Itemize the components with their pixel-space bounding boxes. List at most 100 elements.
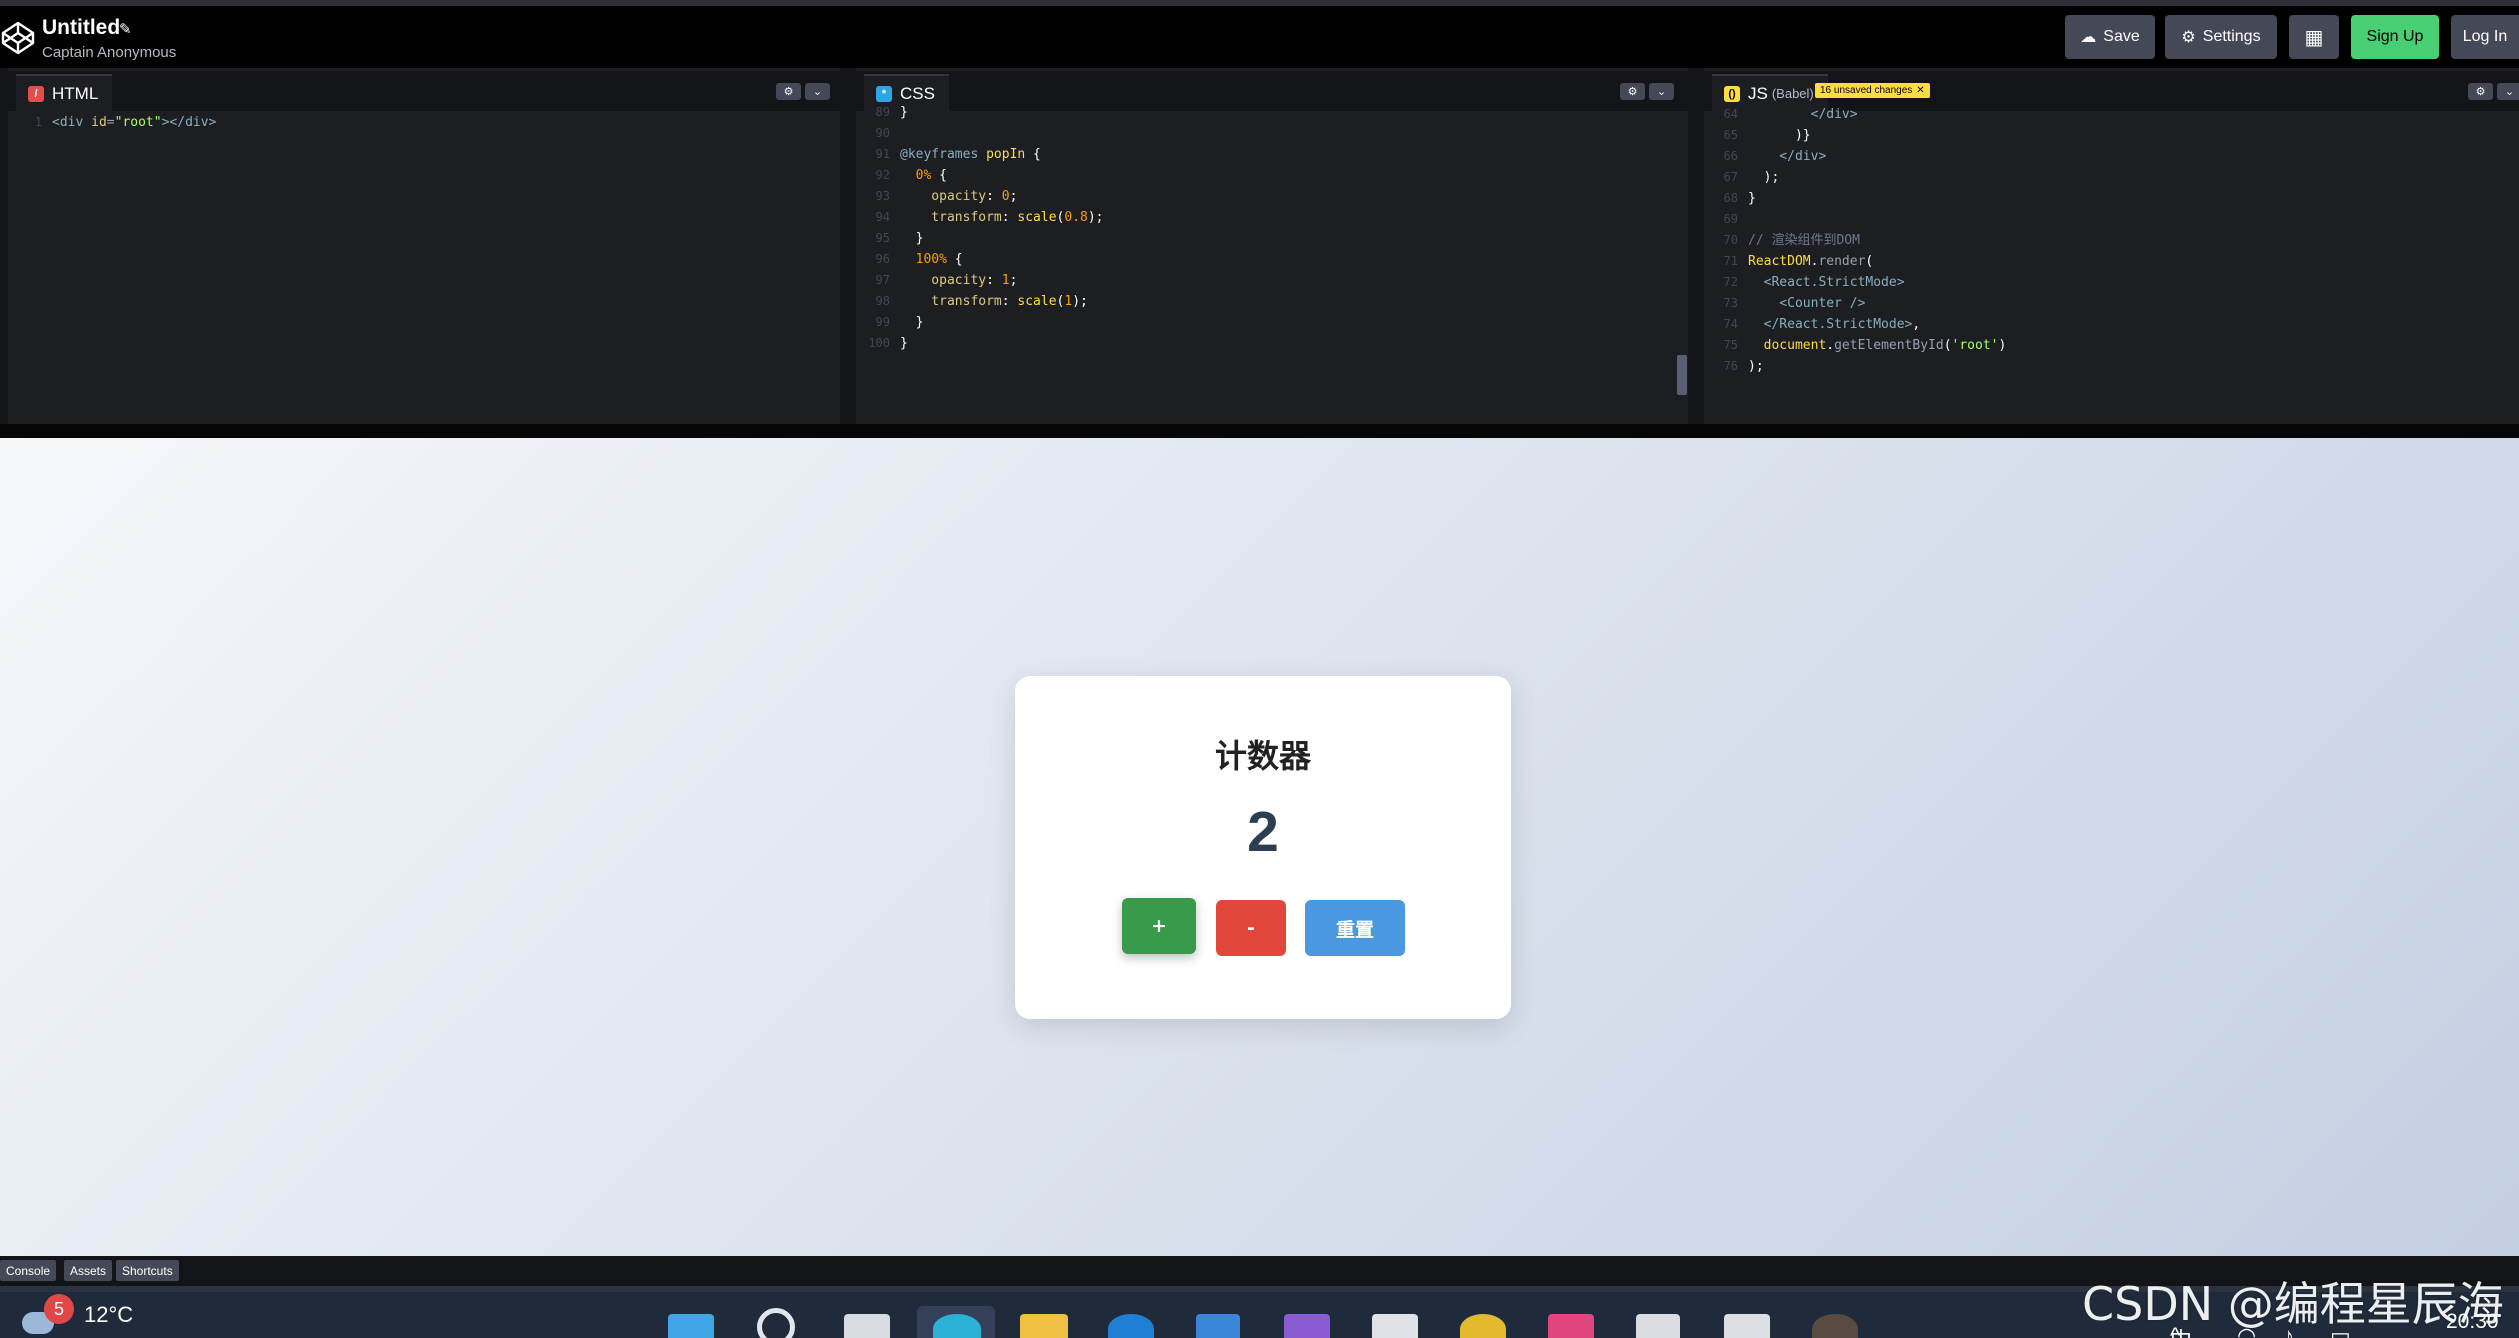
unsaved-changes-label: 16 unsaved changes	[1820, 85, 1913, 96]
line-number: 100	[868, 336, 890, 350]
layout-button[interactable]: ▦	[2289, 15, 2339, 59]
search-icon[interactable]	[757, 1308, 795, 1338]
save-button[interactable]: ☁ Save	[2065, 15, 2155, 59]
code-token: :	[1001, 210, 1018, 225]
code-token: // 渲染组件到DOM	[1748, 233, 1860, 248]
js-code-editor[interactable]: 64 </div> 65 )} 66 </div> 67 ); 68} 69 70 // 渲染…	[1704, 107, 2519, 424]
editor-resize-handle[interactable]	[0, 424, 2519, 438]
js-braces-icon: ()	[1724, 85, 1740, 102]
app-icon-2[interactable]	[1460, 1314, 1506, 1338]
code-token: {	[1025, 147, 1041, 162]
sign-up-button[interactable]: Sign Up	[2351, 15, 2439, 59]
code-token: }	[900, 105, 908, 120]
code-token: 1	[1001, 273, 1010, 288]
line-number: 1	[34, 115, 42, 129]
app-icon-3[interactable]	[1812, 1314, 1858, 1338]
code-token: ;	[1009, 189, 1018, 204]
code-token: transform	[900, 294, 1002, 309]
edge-browser-icon[interactable]	[933, 1314, 981, 1338]
line-number: 91	[875, 147, 890, 161]
code-token: 'root'	[1951, 338, 1999, 353]
close-icon[interactable]: ✕	[1916, 85, 1924, 96]
console-button[interactable]: Console	[0, 1260, 57, 1281]
tab-html-label: HTML	[52, 83, 99, 103]
code-token: opacity	[900, 273, 987, 288]
code-token: =	[106, 115, 115, 130]
dev-app-icon[interactable]	[1724, 1314, 1770, 1338]
line-code: }	[900, 312, 924, 333]
js-collapse-chevron-icon[interactable]: ⌄	[2497, 83, 2519, 100]
code-token: getElementById	[1834, 338, 1944, 353]
line-number: 94	[875, 210, 890, 224]
code-token: }	[1748, 191, 1756, 206]
css-settings-icon[interactable]: ⚙	[1620, 83, 1645, 100]
document-icon[interactable]	[1636, 1314, 1680, 1338]
line-number: 92	[875, 168, 890, 182]
line-code: ReactDOM.render(	[1748, 251, 1873, 272]
decrement-button[interactable]: -	[1216, 900, 1286, 956]
css-collapse-chevron-icon[interactable]: ⌄	[1649, 83, 1674, 100]
code-token: 100%	[900, 252, 947, 267]
task-view-icon[interactable]	[844, 1314, 890, 1338]
codepen-header: Untitled ✎ Captain Anonymous ☁ Save ⚙ Se…	[0, 6, 2519, 68]
html-collapse-chevron-icon[interactable]: ⌄	[805, 83, 830, 100]
code-token: (	[1943, 338, 1952, 353]
tab-html[interactable]: / HTML	[16, 74, 113, 111]
code-token: scale	[1017, 210, 1057, 225]
code-token: @keyframes	[900, 147, 987, 162]
weather-temperature[interactable]: 12°C	[84, 1302, 133, 1328]
line-number: 95	[875, 231, 890, 245]
visual-studio-icon[interactable]	[1284, 1314, 1330, 1338]
code-token: 0	[1001, 189, 1010, 204]
code-token: scale	[1017, 294, 1057, 309]
line-number: 74	[1723, 317, 1738, 331]
line-number: 76	[1723, 359, 1738, 373]
shortcuts-button[interactable]: Shortcuts	[116, 1260, 179, 1281]
code-token: 0%	[900, 168, 932, 183]
code-token: document	[1748, 338, 1827, 353]
code-token: </div>	[1748, 149, 1827, 164]
jetbrains-icon[interactable]	[1548, 1314, 1594, 1338]
tab-js-label: JS	[1748, 83, 1768, 103]
line-code: </div>	[1748, 146, 1826, 167]
code-token: :	[986, 273, 1002, 288]
code-token: }	[900, 336, 908, 351]
reset-button[interactable]: 重置	[1305, 900, 1405, 956]
increment-button[interactable]: +	[1122, 898, 1196, 954]
settings-label: Settings	[2202, 28, 2261, 45]
line-code: </React.StrictMode>,	[1748, 314, 1921, 335]
line-code: }	[1748, 188, 1756, 209]
code-token: <Counter />	[1748, 296, 1866, 311]
unsaved-changes-badge[interactable]: 16 unsaved changes ✕	[1815, 83, 1930, 98]
line-number: 96	[875, 252, 890, 266]
counter-card: 计数器 2 + - 重置	[1015, 676, 1511, 1019]
css-editor-scrollbar[interactable]	[1677, 355, 1687, 395]
html-settings-icon[interactable]: ⚙	[776, 83, 801, 100]
pen-author[interactable]: Captain Anonymous	[42, 44, 176, 61]
line-number: 64	[1723, 107, 1738, 121]
assets-button[interactable]: Assets	[64, 1260, 113, 1281]
store-icon[interactable]	[1196, 1314, 1240, 1338]
pen-title[interactable]: Untitled	[42, 16, 120, 40]
tab-css-label: CSS	[900, 83, 935, 103]
settings-button[interactable]: ⚙ Settings	[2165, 15, 2277, 59]
js-editor-pane: () JS (Babel) ⚙ ⌄ 64 </div> 65 )} 66 </div…	[1704, 68, 2519, 424]
css-code-editor[interactable]: 89} 90 91 @keyframes popIn {92 0% {93 opaci…	[856, 105, 1688, 424]
file-explorer-icon[interactable]	[1020, 1314, 1068, 1338]
js-settings-icon[interactable]: ⚙	[2468, 83, 2493, 100]
save-label: Save	[2103, 28, 2140, 45]
line-number: 71	[1723, 254, 1738, 268]
edit-title-icon[interactable]: ✎	[119, 20, 132, 38]
start-windows-icon[interactable]	[668, 1314, 714, 1338]
line-number: 66	[1723, 149, 1738, 163]
app-icon-1[interactable]	[1108, 1314, 1154, 1338]
log-in-button[interactable]: Log In	[2451, 15, 2519, 59]
line-number: 68	[1723, 191, 1738, 205]
line-number: 73	[1723, 296, 1738, 310]
code-token: 0.8	[1064, 210, 1088, 225]
codepen-logo-icon[interactable]	[0, 20, 36, 56]
html-code-editor[interactable]: 1 <div id="root"></div>	[8, 112, 840, 424]
code-token: );	[1087, 210, 1104, 225]
notepad-icon[interactable]	[1372, 1314, 1418, 1338]
tab-js-sublabel: (Babel)	[1771, 86, 1814, 101]
